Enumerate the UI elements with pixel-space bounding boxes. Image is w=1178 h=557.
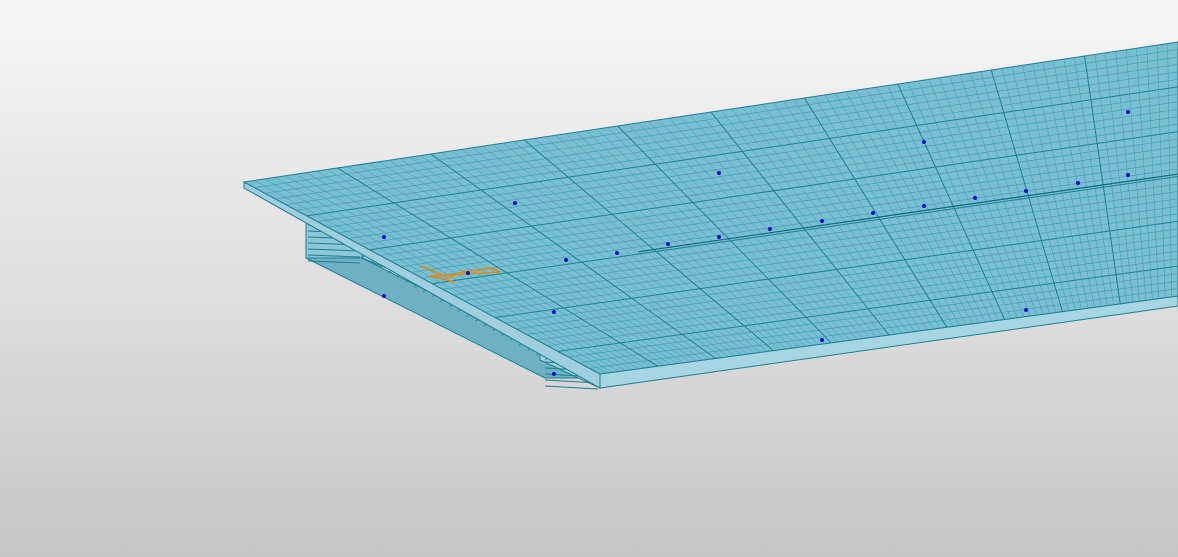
mesh-node[interactable] — [871, 211, 875, 215]
mesh-node[interactable] — [922, 204, 926, 208]
mesh-node[interactable] — [513, 201, 517, 205]
mesh-node[interactable] — [820, 219, 824, 223]
3d-viewport[interactable] — [0, 0, 1178, 557]
mesh-node[interactable] — [1024, 189, 1028, 193]
mesh-node[interactable] — [717, 171, 721, 175]
mesh-node[interactable] — [466, 271, 470, 275]
mesh-node[interactable] — [552, 310, 556, 314]
mesh-node[interactable] — [552, 372, 556, 376]
mesh-node[interactable] — [666, 242, 670, 246]
mesh-node[interactable] — [820, 338, 824, 342]
mesh-node[interactable] — [615, 251, 619, 255]
mesh-node[interactable] — [1076, 181, 1080, 185]
mesh-node[interactable] — [922, 140, 926, 144]
mesh-node[interactable] — [382, 294, 386, 298]
mesh-node[interactable] — [382, 235, 386, 239]
mesh-node[interactable] — [973, 196, 977, 200]
model-scene[interactable] — [0, 0, 1178, 557]
girder-rib — [544, 385, 599, 390]
mesh-node[interactable] — [1024, 308, 1028, 312]
mesh-node[interactable] — [1126, 110, 1130, 114]
mesh-node[interactable] — [1126, 173, 1130, 177]
mesh-node[interactable] — [564, 258, 568, 262]
mesh-node[interactable] — [768, 227, 772, 231]
mesh-node[interactable] — [717, 235, 721, 239]
